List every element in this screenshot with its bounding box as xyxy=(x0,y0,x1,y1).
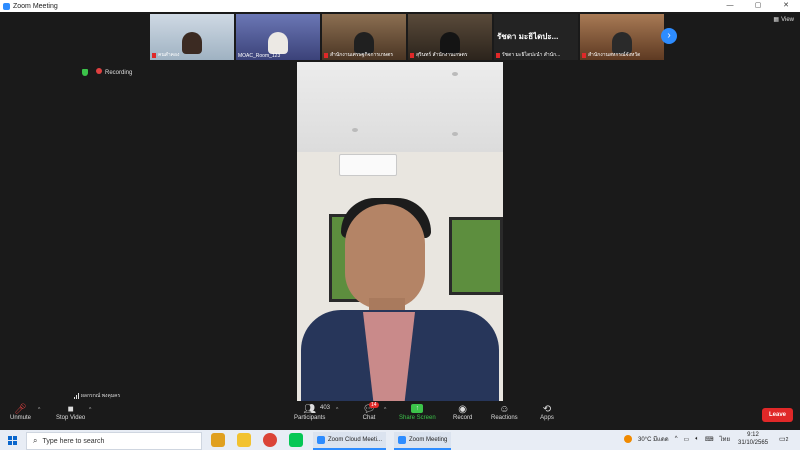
close-button[interactable]: ✕ xyxy=(772,0,800,12)
meeting-status: Recording xyxy=(82,68,132,76)
participants-label: Participants xyxy=(294,415,326,421)
participant-name: คนสำคอง xyxy=(158,52,180,58)
record-dot-icon xyxy=(96,68,102,74)
task-label: Zoom Cloud Meeti... xyxy=(328,437,383,443)
next-page-button[interactable]: › xyxy=(661,28,677,44)
muted-mic-icon xyxy=(582,52,586,58)
pinned-app-icon[interactable] xyxy=(211,433,225,447)
audio-options-caret[interactable]: ^ xyxy=(38,407,40,413)
chat-label: Chat xyxy=(362,415,376,421)
video-options-caret[interactable]: ^ xyxy=(89,407,91,413)
participant-tile[interactable]: MOAC_Room_123 xyxy=(236,14,320,60)
language-indicator[interactable]: ไทย xyxy=(719,434,730,444)
muted-mic-icon xyxy=(410,52,414,58)
participants-count: 403 xyxy=(320,405,331,411)
stop-video-label: Stop Video xyxy=(56,415,86,421)
participant-name: สำนักงานเศรษฐกิจการเกษตร xyxy=(330,52,394,58)
grid-icon: ▦ xyxy=(773,17,780,23)
muted-mic-icon xyxy=(496,52,500,58)
shield-icon[interactable] xyxy=(82,68,88,76)
chevron-right-icon: › xyxy=(667,30,671,41)
minimize-button[interactable]: — xyxy=(716,0,744,12)
chat-unread-badge: 14 xyxy=(369,402,379,408)
chevron-up-icon[interactable]: ^ xyxy=(675,436,678,442)
share-screen-label: Share Screen xyxy=(399,415,436,421)
speaker-name-tag: ผลกรกณ์ พงคุมคร xyxy=(74,392,120,400)
taskbar-clock[interactable]: 9:12 31/10/2565 xyxy=(738,431,768,447)
participant-name: สำนักงานสหกรณ์จังหวัด xyxy=(588,52,641,58)
line-app-icon[interactable] xyxy=(289,433,303,447)
participants-icon: 👥︎ xyxy=(303,403,317,415)
taskbar-zoom-meeting[interactable]: Zoom Meeting xyxy=(394,432,452,450)
participants-options-caret[interactable]: ^ xyxy=(336,407,338,413)
leave-button[interactable]: Leave xyxy=(762,408,793,422)
ime-icon[interactable]: ⌨ xyxy=(705,436,714,443)
muted-mic-icon xyxy=(324,52,328,58)
window-title: Zoom Meeting xyxy=(13,2,58,10)
reactions-label: Reactions xyxy=(491,415,518,421)
reactions-button[interactable]: ☺ Reactions xyxy=(491,403,518,422)
windows-taskbar: ⌕ Type here to search Zoom Cloud Meeti..… xyxy=(0,430,800,450)
search-placeholder: Type here to search xyxy=(42,437,105,445)
smiley-plus-icon: ☺ xyxy=(499,403,510,415)
search-icon: ⌕ xyxy=(33,436,38,445)
participant-strip: คนสำคอง MOAC_Room_123 สำนักงานเศรษฐกิจกา… xyxy=(150,14,664,60)
participant-figure xyxy=(268,32,288,54)
apps-icon: ⟲ xyxy=(542,403,552,415)
record-icon: ◉ xyxy=(458,403,468,415)
share-screen-icon: ↑ xyxy=(411,404,424,413)
recording-label: Recording xyxy=(105,70,133,76)
record-label: Record xyxy=(453,415,473,421)
view-button[interactable]: ▦ View xyxy=(773,16,794,24)
unmute-label: Unmute xyxy=(10,415,32,421)
participant-tile[interactable]: สุรินทร์ สำนักงานเกษตร xyxy=(408,14,492,60)
chrome-icon[interactable] xyxy=(263,433,277,447)
taskbar-zoom-cloud-meetings[interactable]: Zoom Cloud Meeti... xyxy=(313,432,387,450)
weather-text[interactable]: 30°C มีแดด xyxy=(638,434,669,444)
title-bar: Zoom Meeting — ▢ ✕ xyxy=(0,0,800,12)
clock-time: 9:12 xyxy=(747,432,759,438)
participant-tile[interactable]: รัชดา มะธิไดปะ... รัชดา มะธิไดปะนำ สำนัก… xyxy=(494,14,578,60)
share-screen-button[interactable]: ↑ Share Screen xyxy=(399,403,436,421)
zoom-app-icon xyxy=(3,2,10,10)
zoom-icon xyxy=(317,436,325,444)
participant-name: สุรินทร์ สำนักงานเกษตร xyxy=(416,52,468,58)
clock-date: 31/10/2565 xyxy=(738,440,769,446)
unmute-button[interactable]: 🎤︎ Unmute xyxy=(10,403,32,422)
signal-icon xyxy=(74,393,79,399)
task-label: Zoom Meeting xyxy=(409,437,448,443)
participant-tile[interactable]: คนสำคอง xyxy=(150,14,234,60)
file-explorer-icon[interactable] xyxy=(237,433,251,447)
muted-mic-icon: 🎤︎ xyxy=(14,403,27,415)
participant-tile[interactable]: สำนักงานสหกรณ์จังหวัด xyxy=(580,14,664,60)
taskbar-search-input[interactable]: ⌕ Type here to search xyxy=(26,432,202,450)
notification-count: 2 xyxy=(785,437,789,443)
windows-start-icon[interactable] xyxy=(8,436,17,445)
weather-sun-icon[interactable] xyxy=(624,435,632,443)
notification-icon[interactable]: ▭2 xyxy=(779,435,789,445)
chat-options-caret[interactable]: ^ xyxy=(384,407,386,413)
record-button[interactable]: ◉ Record xyxy=(453,403,473,422)
system-tray: 30°C มีแดด ^ ▭ 🔈︎ ⌨ ไทย xyxy=(624,434,730,444)
participant-name: MOAC_Room_123 xyxy=(238,53,281,59)
network-icon[interactable]: ▭ xyxy=(684,436,690,443)
speaker-name: ผลกรกณ์ พงคุมคร xyxy=(81,393,121,399)
participant-name: รัชดา มะธิไดปะนำ สำนัก... xyxy=(502,52,561,58)
view-label: View xyxy=(781,16,794,23)
volume-icon[interactable]: 🔈︎ xyxy=(695,436,699,443)
participant-tile[interactable]: สำนักงานเศรษฐกิจการเกษตร xyxy=(322,14,406,60)
zoom-icon xyxy=(398,436,406,444)
video-camera-icon: ■ xyxy=(67,403,74,415)
maximize-button[interactable]: ▢ xyxy=(744,0,772,12)
muted-mic-icon xyxy=(152,52,156,58)
stop-video-button[interactable]: ■ Stop Video xyxy=(56,403,86,422)
apps-button[interactable]: ⟲ Apps xyxy=(540,403,554,422)
air-conditioner xyxy=(339,154,397,176)
active-speaker-video xyxy=(297,62,503,401)
participant-name-large: รัชดา มะธิไดปะ... xyxy=(497,32,559,41)
participant-figure xyxy=(182,32,202,54)
apps-label: Apps xyxy=(540,415,554,421)
